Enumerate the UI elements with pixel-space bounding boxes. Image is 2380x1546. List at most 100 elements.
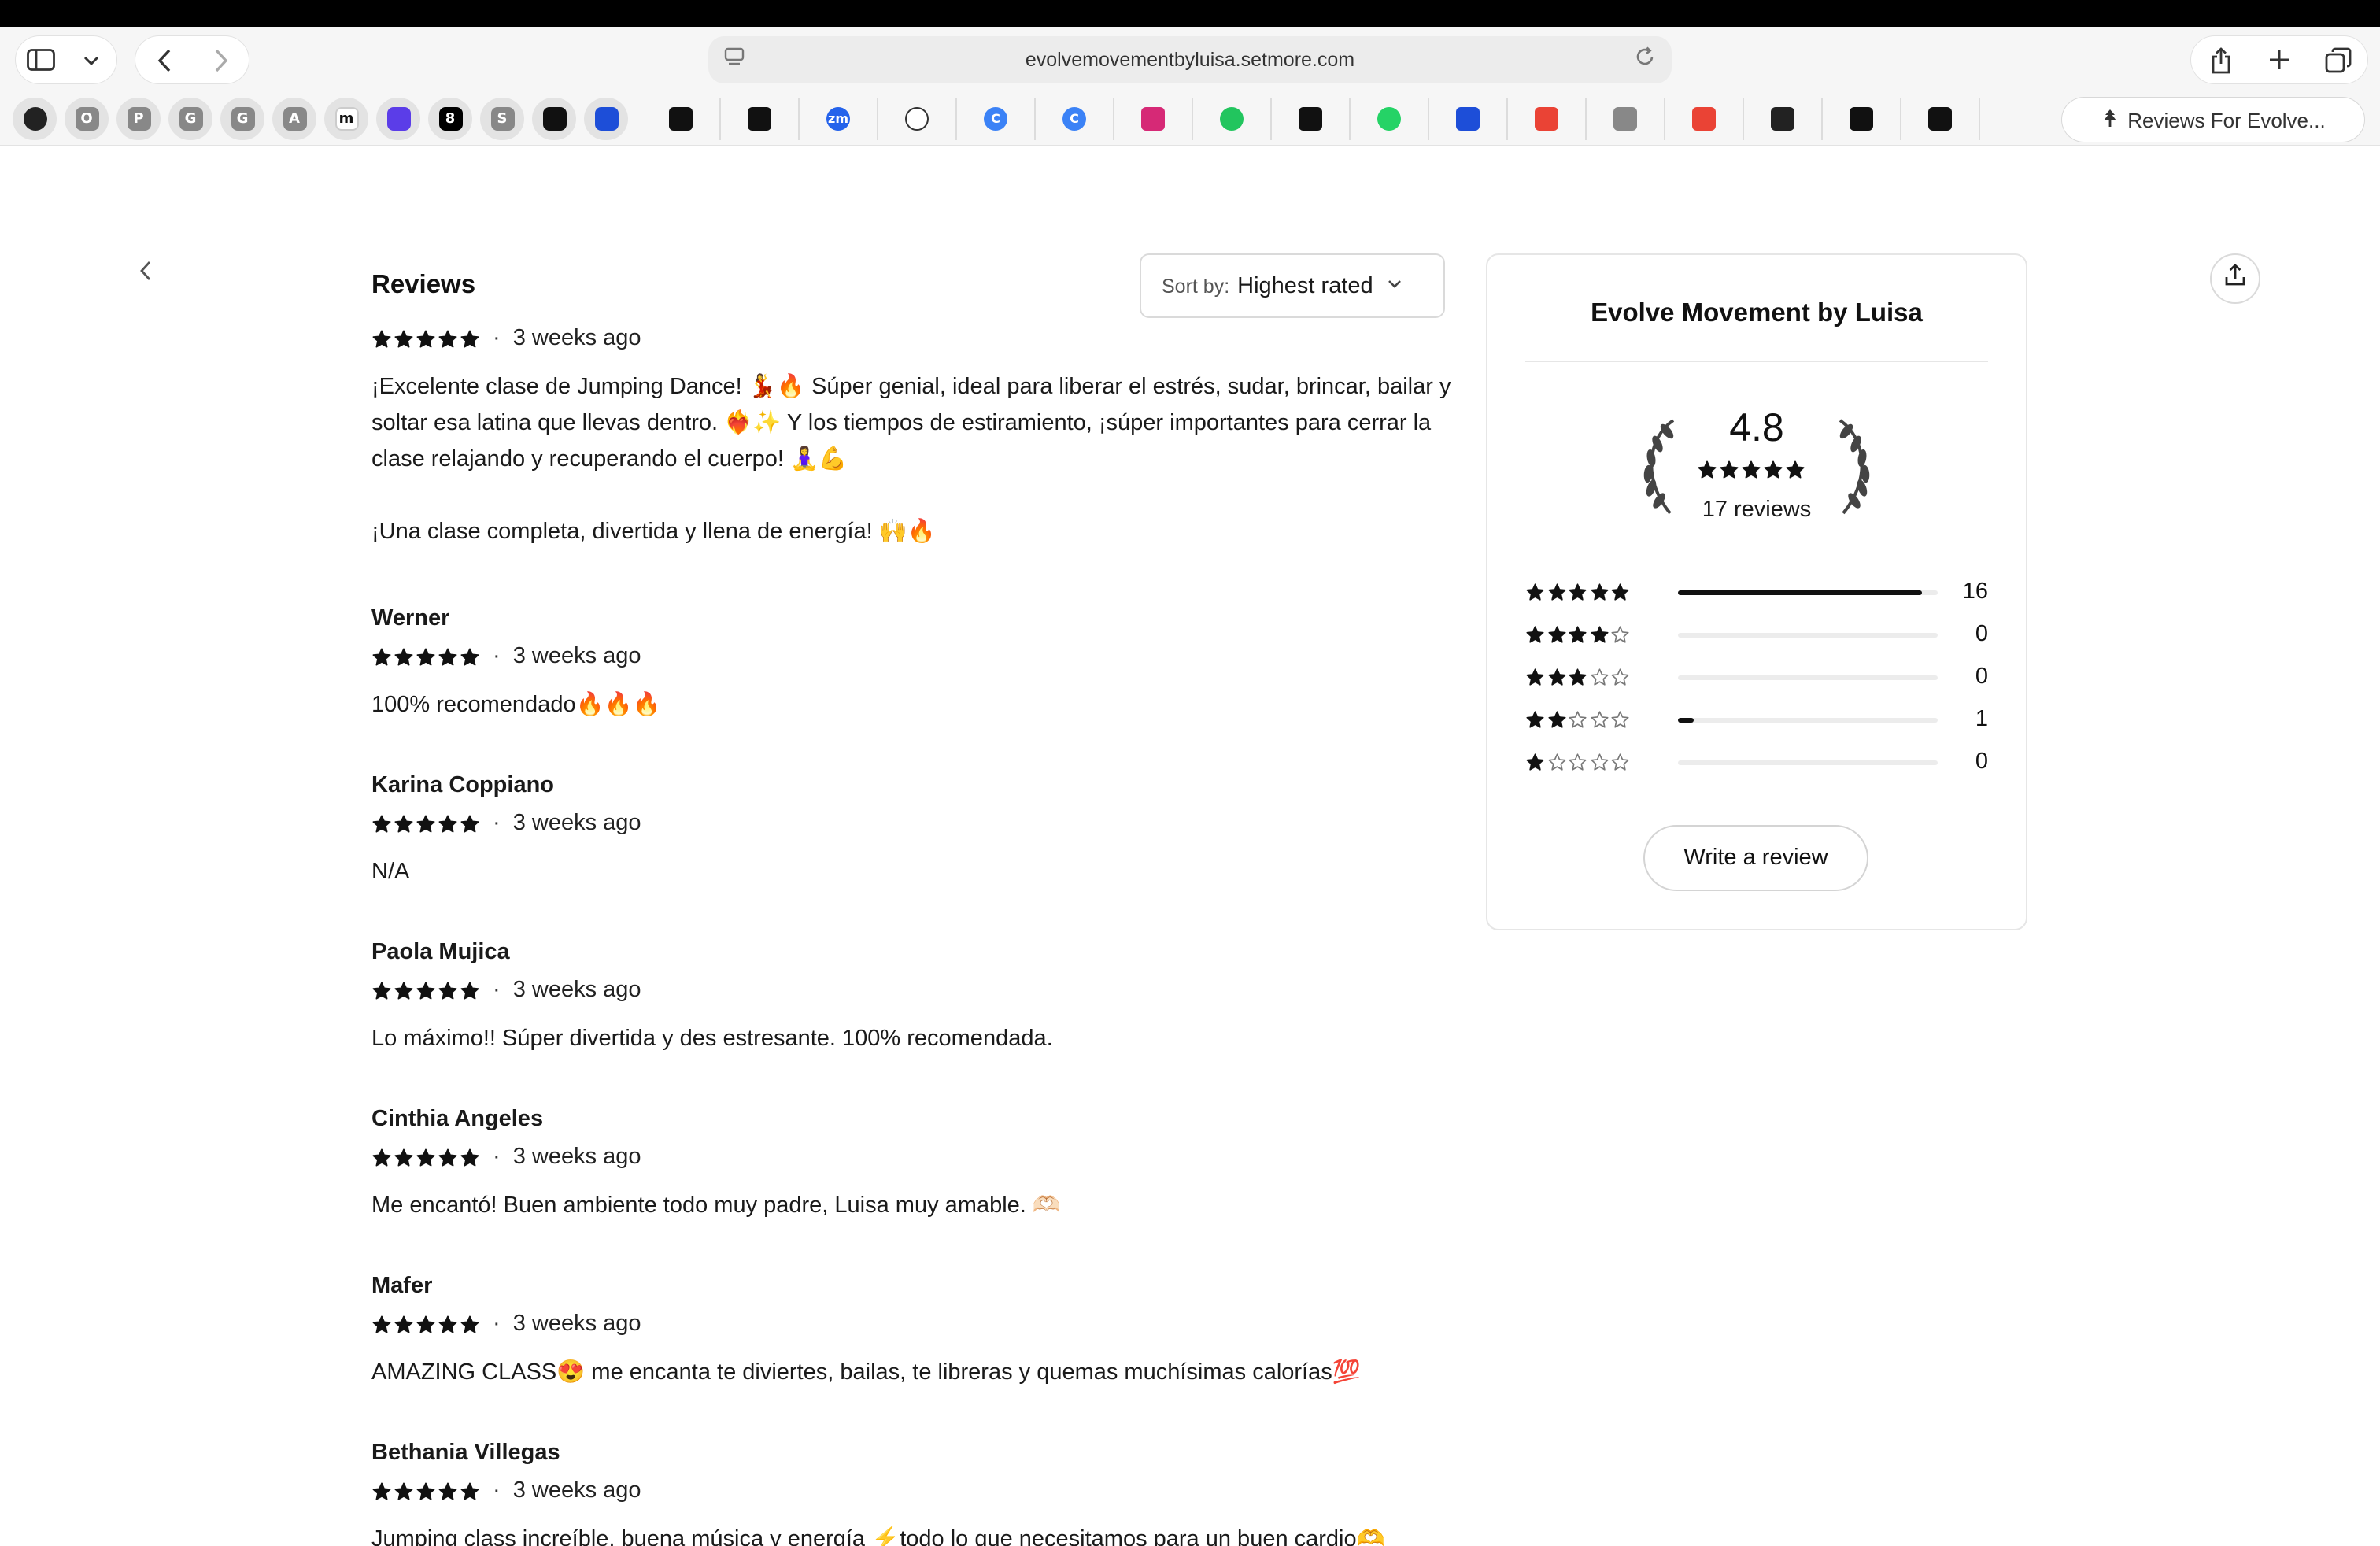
review-stars (371, 1481, 480, 1501)
tab-overview-icon[interactable] (2324, 46, 2352, 74)
star-filled-icon (460, 1315, 479, 1333)
favicon-icon: zm (826, 107, 850, 131)
back-chevron-icon[interactable] (139, 260, 153, 290)
separator-dot: · (493, 1311, 501, 1337)
browser-tab[interactable] (1823, 98, 1901, 140)
star-empty-icon (1611, 710, 1629, 728)
review-stars (371, 646, 480, 667)
browser-tab[interactable] (878, 98, 957, 140)
favicon-icon: G (179, 107, 202, 131)
pinned-tab[interactable]: m (324, 98, 368, 140)
average-stars (1697, 460, 1805, 480)
distribution-row: 16 (1525, 576, 1988, 608)
favicon-icon (23, 107, 46, 131)
review-text: Me encantó! Buen ambiente todo muy padre… (371, 1193, 1061, 1219)
favicon-icon (1692, 107, 1716, 131)
favicon-icon: G (231, 107, 254, 131)
separator-dot: · (493, 978, 501, 1003)
review-text: Jumping class increíble, buena música y … (371, 1527, 1385, 1546)
distribution-row: 0 (1525, 746, 1988, 778)
share-button[interactable] (2210, 253, 2260, 304)
star-filled-icon (1720, 460, 1739, 479)
star-filled-icon (416, 1148, 435, 1166)
browser-tab[interactable] (1665, 98, 1744, 140)
sidebar-icon[interactable] (27, 46, 55, 74)
star-filled-icon (394, 1315, 413, 1333)
tab-bar: O P G G Am 8 S zm C C Reviews For Evolve... (0, 93, 2380, 146)
pinned-tab[interactable] (376, 98, 420, 140)
separator-dot: · (493, 1478, 501, 1503)
distribution-row: 0 (1525, 661, 1988, 693)
pinned-tab[interactable]: A (272, 98, 316, 140)
chevron-down-icon[interactable] (77, 46, 105, 74)
pinned-tab[interactable]: O (65, 98, 109, 140)
star-filled-icon (1698, 460, 1717, 479)
active-tab[interactable]: Reviews For Evolve... (2062, 98, 2364, 142)
reload-icon[interactable] (1634, 46, 1656, 72)
distribution-stars (1525, 583, 1630, 602)
toolbar-actions (2191, 36, 2367, 83)
star-filled-icon (1611, 583, 1629, 601)
distribution-bar (1678, 590, 1938, 594)
pinned-tab[interactable]: 8 (428, 98, 472, 140)
browser-tab[interactable]: C (957, 98, 1036, 140)
browser-tab[interactable] (1429, 98, 1508, 140)
url-text[interactable]: evolvemovementbyluisa.setmore.com (1026, 49, 1354, 71)
address-bar[interactable]: evolvemovementbyluisa.setmore.com (708, 36, 1672, 83)
review-meta: · 3 weeks ago (371, 975, 1458, 1006)
new-tab-icon[interactable] (2265, 46, 2293, 74)
review-item: Karina Coppiano · 3 weeks ago N/A (371, 773, 1458, 891)
browser-tab[interactable] (1272, 98, 1351, 140)
star-filled-icon (416, 981, 435, 999)
star-filled-icon (460, 647, 479, 665)
browser-tab[interactable] (1744, 98, 1823, 140)
star-filled-icon (460, 1481, 479, 1500)
star-empty-icon (1590, 753, 1608, 771)
pinned-tab[interactable]: P (116, 98, 161, 140)
browser-tab[interactable] (1114, 98, 1193, 140)
star-filled-icon (372, 1481, 391, 1500)
review-time: 3 weeks ago (512, 978, 641, 1003)
browser-tab[interactable] (1901, 98, 1980, 140)
distribution-stars (1525, 710, 1630, 730)
pinned-tabs: O P G G Am 8 S (13, 98, 628, 140)
favicon-icon (1535, 107, 1558, 131)
distribution-bar (1678, 760, 1938, 764)
browser-tab[interactable] (721, 98, 800, 140)
browser-tab[interactable]: C (1036, 98, 1114, 140)
browser-tab[interactable] (1351, 98, 1429, 140)
sidebar-toggle-group[interactable] (16, 36, 116, 83)
pinned-tab[interactable]: S (480, 98, 524, 140)
favicon-icon (1613, 107, 1637, 131)
share-icon[interactable] (2206, 46, 2234, 74)
star-filled-icon (394, 814, 413, 832)
browser-tab[interactable] (1193, 98, 1272, 140)
pinned-tab[interactable] (584, 98, 628, 140)
pinned-tab[interactable] (13, 98, 57, 140)
browser-tab[interactable] (1587, 98, 1665, 140)
review-stars (371, 813, 480, 834)
star-filled-icon (372, 647, 391, 665)
pinned-tab[interactable] (532, 98, 576, 140)
back-arrow-icon[interactable] (150, 46, 178, 74)
write-review-button[interactable]: Write a review (1643, 825, 1868, 891)
favicon-icon (905, 107, 929, 131)
tree-icon (2101, 108, 2118, 131)
page-menu-icon[interactable] (724, 47, 745, 72)
review-text: Lo máximo!! Súper divertida y des estres… (371, 1026, 1053, 1052)
browser-tab[interactable] (1508, 98, 1587, 140)
sort-dropdown[interactable]: Sort by: Highest rated (1140, 253, 1445, 318)
pinned-tab[interactable]: G (168, 98, 213, 140)
review-time: 3 weeks ago (512, 811, 641, 836)
review-text: AMAZING CLASS😍 me encanta te diviertes, … (371, 1360, 1361, 1385)
pinned-tab[interactable]: G (220, 98, 264, 140)
star-filled-icon (1526, 668, 1544, 686)
forward-arrow-icon[interactable] (206, 46, 235, 74)
star-filled-icon (394, 329, 413, 347)
star-empty-icon (1590, 710, 1608, 728)
review-text: N/A (371, 860, 410, 885)
browser-tab[interactable] (642, 98, 721, 140)
star-filled-icon (416, 1315, 435, 1333)
browser-tab[interactable]: zm (800, 98, 878, 140)
star-filled-icon (460, 981, 479, 999)
